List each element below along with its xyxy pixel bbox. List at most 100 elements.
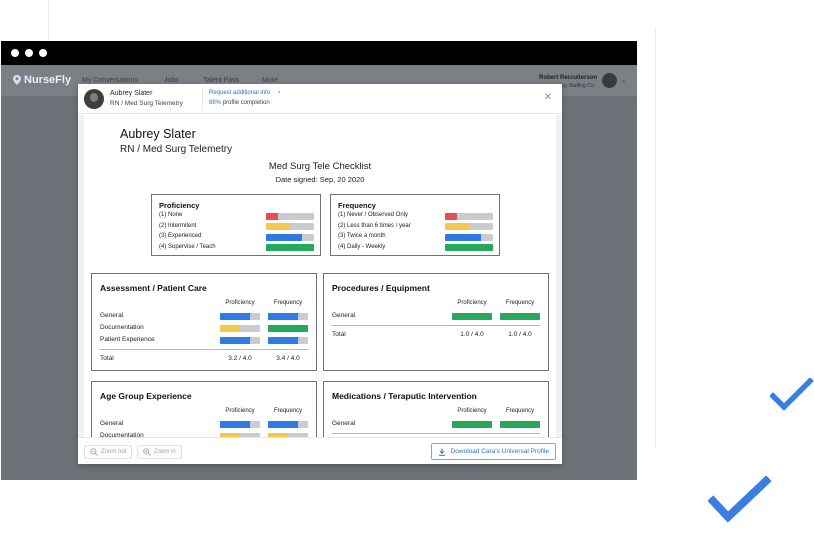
download-profile-button[interactable]: Download Cara's Universal Profile [430, 443, 556, 460]
rating-bar-frequency [268, 336, 308, 344]
candidate-name: Aubrey Slater [110, 90, 153, 97]
total-frequency: 1.0 / 4.0 [508, 331, 532, 338]
rating-fill-proficiency [220, 312, 250, 320]
section-row-label: General [332, 312, 356, 319]
rating-fill-frequency [500, 420, 540, 428]
section-title: Age Group Experience [100, 391, 192, 401]
legend-level-fill [445, 233, 481, 241]
rating-fill-frequency [268, 420, 298, 428]
rating-fill-frequency [268, 336, 298, 344]
total-proficiency: 3.2 / 4.0 [228, 355, 252, 362]
zoom-out-button[interactable]: Zoom out [84, 445, 133, 459]
doc-candidate-name: Aubrey Slater [120, 127, 196, 141]
legend-item-label: (4) Supervise / Teach [159, 243, 216, 250]
divider [202, 88, 203, 110]
rating-fill-proficiency [452, 312, 492, 320]
column-header-proficiency: Proficiency [225, 300, 255, 306]
recruiter-name: Robert Recruiterson [538, 75, 597, 81]
window-chrome [1, 41, 637, 65]
rating-fill-proficiency [220, 420, 250, 428]
divider [332, 433, 540, 434]
section-title: Medications / Teraputic Intervention [332, 391, 477, 401]
rating-fill-proficiency [452, 420, 492, 428]
divider [100, 349, 308, 350]
legend-level-fill [266, 212, 278, 220]
legend-item-label: (3) Twice a month [338, 233, 386, 239]
zoom-in-button[interactable]: Zoom in [137, 445, 182, 459]
legend-level-bar [445, 212, 493, 220]
zoom-out-icon [90, 448, 98, 456]
rating-fill-frequency [500, 312, 540, 320]
section-card: Assessment / Patient Care Proficiency Freq… [91, 273, 317, 371]
column-header-proficiency: Proficiency [225, 408, 255, 414]
request-info-link[interactable]: Request additional info [209, 90, 270, 96]
profile-modal: Aubrey Slater RN / Med Surg Telemetry Re… [78, 84, 562, 464]
rating-bar-frequency [500, 312, 540, 320]
section-card: Medications / Teraputic Intervention Prof… [323, 381, 549, 437]
recruiter-company: Jay Staffing Co. [559, 83, 595, 89]
candidate-avatar [84, 89, 104, 109]
window-dot-icon[interactable] [11, 49, 19, 57]
proficiency-legend: Proficiency (1) None (2) Intermitent (3) E… [151, 194, 321, 256]
legend-item-label: (1) None [159, 212, 183, 218]
zoom-in-label: Zoom in [154, 449, 176, 455]
rating-bar-proficiency [220, 324, 260, 332]
chevron-down-icon[interactable]: ⌄ [621, 77, 626, 84]
rating-fill-frequency [268, 324, 308, 332]
column-header-frequency: Frequency [273, 300, 303, 306]
completion-percent: 88% [209, 100, 222, 106]
close-icon[interactable]: ✕ [544, 93, 552, 103]
legend-title: Proficiency [159, 201, 200, 210]
document-page: Aubrey Slater RN / Med Surg Telemetry Me… [84, 115, 556, 437]
doc-candidate-role: RN / Med Surg Telemetry [120, 144, 233, 155]
stage: NurseFly My Conversations Jobs Talent Pa… [0, 0, 814, 534]
legend-level-fill [266, 244, 314, 251]
avatar[interactable] [602, 73, 617, 88]
legend-level-bar [266, 212, 314, 220]
section-row-label: Patient Experience [100, 336, 155, 343]
rating-fill-frequency [268, 312, 298, 320]
rating-bar-proficiency [452, 312, 492, 320]
legend-item-label: (2) Intermitent [159, 222, 197, 229]
rating-fill-proficiency [220, 336, 250, 344]
legend-level-fill [445, 212, 457, 220]
rating-bar-frequency [268, 312, 308, 320]
section-card: Procedures / Equipment Proficiency Frequen… [323, 273, 549, 371]
rating-fill-proficiency [220, 324, 240, 332]
nav-my-conversations[interactable]: My Conversations [82, 77, 138, 84]
legend-item-label: (2) Less than 6 times / year [338, 222, 411, 229]
legend-item-label: (4) Daily - Weekly [338, 243, 386, 250]
zoom-out-label: Zoom out [101, 449, 127, 455]
frequency-legend: Frequency (1) Never / Observed Only (2) L… [330, 194, 500, 256]
total-label: Total [100, 355, 114, 362]
rating-bar-proficiency [452, 420, 492, 428]
section-title: Assessment / Patient Care [100, 283, 207, 293]
nav-talent-pass[interactable]: Talent Pass [203, 77, 239, 84]
download-icon [438, 448, 445, 456]
rating-bar-frequency [268, 324, 308, 332]
column-header-frequency: Frequency [273, 408, 303, 414]
nav-jobs[interactable]: Jobs [164, 77, 179, 84]
legend-item-label: (1) Never / Observed Only [338, 212, 409, 218]
nav-more[interactable]: More [262, 77, 278, 84]
location-pin-icon [13, 75, 21, 85]
rating-bar-proficiency [220, 336, 260, 344]
chevron-right-icon[interactable]: › [278, 89, 280, 96]
legend-level-bar [445, 233, 493, 241]
modal-header: Aubrey Slater RN / Med Surg Telemetry Re… [78, 84, 562, 114]
rating-bar-frequency [500, 420, 540, 428]
section-row-label: General [100, 312, 124, 319]
column-header-proficiency: Proficiency [457, 300, 487, 306]
rating-bar-proficiency [220, 420, 260, 428]
document-viewer[interactable]: Aubrey Slater RN / Med Surg Telemetry Me… [78, 115, 562, 437]
app-logo[interactable]: NurseFly [13, 74, 71, 86]
window-dot-icon[interactable] [39, 49, 47, 57]
rating-bar-proficiency [220, 312, 260, 320]
decorative-line [48, 0, 49, 40]
legend-level-bar [445, 223, 493, 230]
date-signed: Date signed: Sep, 20 2020 [275, 175, 365, 184]
legend-level-bar [266, 223, 314, 230]
legend-level-bar [445, 244, 493, 251]
legend-level-fill [266, 223, 290, 230]
window-dot-icon[interactable] [25, 49, 33, 57]
